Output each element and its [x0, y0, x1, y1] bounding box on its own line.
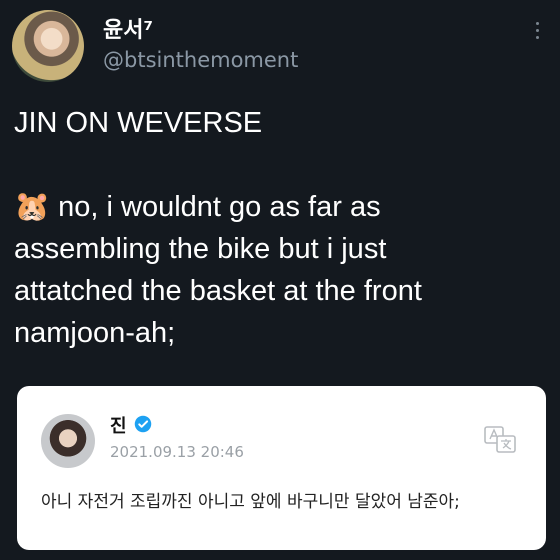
display-name[interactable]: 윤서⁷: [103, 12, 153, 44]
embed-avatar: [41, 414, 95, 468]
translate-icon[interactable]: [484, 426, 516, 454]
embed-author-name: 진: [110, 416, 127, 437]
embed-post-text: 아니 자전거 조립까진 아니고 앞에 바구니만 달았어 남준아;: [41, 492, 460, 512]
tweet-text: JIN ON WEVERSE 🐹 no, i wouldnt go as far…: [14, 107, 422, 349]
profile-avatar[interactable]: [12, 10, 84, 82]
more-vertical-icon[interactable]: [534, 22, 540, 39]
verified-icon: [134, 415, 152, 433]
embedded-post-card[interactable]: 진 2021.09.13 20:46 아니 자전거 조립까진 아니고 앞에 바구…: [17, 386, 546, 550]
embed-timestamp: 2021.09.13 20:46: [110, 443, 244, 461]
user-handle[interactable]: @btsinthemoment: [103, 48, 298, 72]
